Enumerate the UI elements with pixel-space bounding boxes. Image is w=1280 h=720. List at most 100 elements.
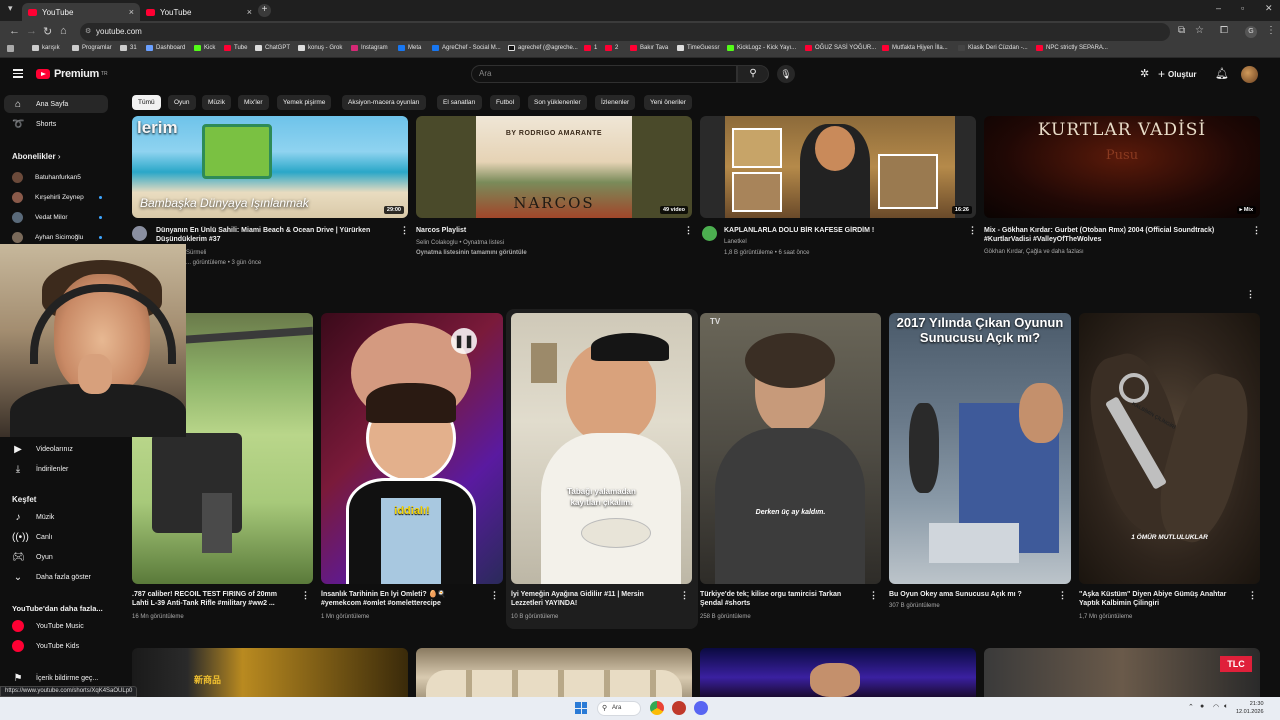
sidebar-item-your-videos[interactable]: ▶ Videolarınız <box>4 440 108 458</box>
search-input[interactable]: Ara <box>471 65 737 83</box>
bookmark-link[interactable]: ChatGPT <box>255 45 290 51</box>
bookmark-link[interactable]: Dashboard <box>146 45 185 51</box>
bookmark-folder[interactable]: karışık <box>32 45 60 51</box>
short-title[interactable]: Bu Oyun Okey ama Sunucusu Açık mı ? <box>889 590 1049 599</box>
bookmark-folder[interactable]: Programlar <box>72 45 112 51</box>
video-thumbnail[interactable]: TLC <box>984 648 1260 697</box>
bookmark-link[interactable]: 1 <box>584 45 597 51</box>
sidebar-subscription[interactable]: Vedat Milor <box>4 208 108 226</box>
playlist-thumbnail[interactable]: BY RODRIGO AMARANTE NARCOS 49 video <box>416 116 692 218</box>
more-actions-icon[interactable]: ⋮ <box>400 225 409 236</box>
short-thumbnail[interactable]: ❚❚ iddialı! <box>321 313 503 584</box>
sidebar-subscription[interactable]: Batuhanfurkan5 <box>4 168 108 186</box>
sidebar-item-downloads[interactable]: ⤓ İndirilenler <box>4 460 108 478</box>
short-thumbnail[interactable]: KALBİMİN ÇİLİNGİRİ 1 ÖMÜR MUTLULUKLAR <box>1079 313 1260 584</box>
bookmark-link[interactable]: AgreChef - Social M... <box>432 45 501 51</box>
account-avatar[interactable] <box>1241 66 1258 83</box>
more-actions-icon[interactable]: ⋮ <box>684 225 693 236</box>
close-tab-icon[interactable]: × <box>247 7 252 17</box>
bookmark-link[interactable]: 2 <box>605 45 618 51</box>
bookmark-link[interactable]: Bakır Tava <box>630 45 668 51</box>
sidebar-subscription[interactable]: Kırşehirli Zeynep <box>4 188 108 206</box>
browser-tab[interactable]: YouTube × <box>22 3 140 21</box>
chip-new-to-you[interactable]: Yeni öneriler <box>644 95 692 110</box>
short-title[interactable]: Türkiye'de tek; kilise orgu tamircisi Ta… <box>700 590 860 608</box>
profile-avatar[interactable]: G <box>1245 26 1257 38</box>
more-actions-icon[interactable]: ⋮ <box>490 590 499 601</box>
browser-tab[interactable]: YouTube × <box>140 3 258 21</box>
video-thumbnail[interactable] <box>416 648 692 697</box>
video-thumbnail[interactable] <box>700 648 976 697</box>
mix-channels[interactable]: Gökhan Kırdar, Çağla ve daha fazlası <box>984 248 1084 257</box>
bookmark-link[interactable]: OĞUZ SASİ YOĞUR... <box>805 45 876 51</box>
more-actions-icon[interactable]: ⋮ <box>869 590 878 601</box>
youtube-logo[interactable]: Premium TR <box>36 68 108 80</box>
more-actions-icon[interactable]: ⋮ <box>1058 590 1067 601</box>
mix-thumbnail[interactable]: KURTLAR VADİSİ Pusu ▸ Mix <box>984 116 1260 218</box>
new-tab-button[interactable]: + <box>258 4 271 17</box>
discord-icon[interactable] <box>694 701 708 715</box>
channel-avatar[interactable] <box>702 226 717 241</box>
more-actions-icon[interactable]: ⋮ <box>680 590 689 601</box>
voice-search-icon[interactable]: 🎙 <box>777 65 795 83</box>
more-actions-icon[interactable]: ⋮ <box>1248 590 1257 601</box>
channel-name[interactable]: Lanetkel <box>724 238 747 247</box>
bookmark-link[interactable]: Kick <box>194 45 215 51</box>
video-title[interactable]: KAPLANLARLA DOLU BİR KAFESE GİRDİM ! <box>724 226 964 235</box>
system-clock[interactable]: 21:30 12.01.2026 <box>1236 700 1264 716</box>
tray-icon[interactable]: ● <box>1200 703 1204 710</box>
close-window-icon[interactable]: ✕ <box>1265 3 1273 14</box>
chip-music[interactable]: Müzik <box>202 95 231 110</box>
chip-football[interactable]: Futbol <box>490 95 521 110</box>
channel-name[interactable]: Sürmeli <box>186 249 206 258</box>
maximize-icon[interactable]: ▫ <box>1241 3 1244 13</box>
video-thumbnail[interactable]: 新商品 <box>132 648 408 697</box>
shorts-shelf-more-icon[interactable]: ⋮ <box>1246 289 1255 300</box>
more-actions-icon[interactable]: ⋮ <box>1252 225 1261 236</box>
notifications-bell-icon[interactable]: 🔔︎ <box>1215 67 1229 80</box>
video-title[interactable]: Dünyanın En Ünlü Sahili: Miami Beach & O… <box>156 226 391 244</box>
chip-all[interactable]: Tümü <box>132 95 161 110</box>
url-input[interactable]: ⚙ youtube.com <box>80 23 1170 41</box>
chip-recently-uploaded[interactable]: Son yüklenenler <box>528 95 587 110</box>
video-thumbnail[interactable]: lerim Bambaşka Dünyaya Işınlanmak 29:00 <box>132 116 408 218</box>
short-thumbnail[interactable]: 2017 Yılında Çıkan Oyunun Sunucusu Açık … <box>889 313 1071 584</box>
pause-icon[interactable]: ❚❚ <box>451 328 477 354</box>
close-tab-icon[interactable]: × <box>129 7 134 17</box>
chip-crafts[interactable]: El sanatları <box>437 95 482 110</box>
view-full-playlist-link[interactable]: Oynatma listesinin tamamını görüntüle <box>416 249 527 258</box>
forward-icon[interactable]: → <box>26 25 37 37</box>
short-title[interactable]: .787 caliber! RECOIL TEST FIRING of 20mm… <box>132 590 292 608</box>
sidebar-item-music[interactable]: ♪ Müzik <box>4 508 108 526</box>
sidebar-item-youtube-kids[interactable]: YouTube Kids <box>4 637 108 655</box>
chip-action-adventure[interactable]: Aksiyon-macera oyunları <box>342 95 426 110</box>
bookmark-link[interactable]: Mutfakta Hijyen İlla... <box>882 45 948 51</box>
short-thumbnail[interactable]: TV Derken üç ay kaldım. <box>700 313 881 584</box>
bookmark-link[interactable]: konuş - Grok <box>298 45 342 51</box>
bookmark-link[interactable]: TimeGuessr <box>677 45 719 51</box>
bookmark-link[interactable]: agrechef (@agreche... <box>508 45 578 51</box>
bookmark-link[interactable]: Instagram <box>351 45 388 51</box>
short-title[interactable]: "Aşka Küstüm" Diyen Abiye Gümüş Anahtar … <box>1079 590 1244 608</box>
short-title[interactable]: İnsanlık Tarihinin En İyi Omleti? 🥚🍳 #ye… <box>321 590 486 608</box>
back-icon[interactable]: ← <box>9 25 20 37</box>
bookmark-link[interactable]: KickLogz - Kick Yayı... <box>727 45 796 51</box>
sidebar-item-live[interactable]: ((•)) Canlı <box>4 528 108 546</box>
chip-cooking[interactable]: Yemek pişirme <box>277 95 332 110</box>
playlist-title[interactable]: Narcos Playlist <box>416 226 676 235</box>
chip-watched[interactable]: İzlenenler <box>595 95 636 110</box>
short-title[interactable]: İyi Yemeğin Ayağına Gidiliır #11 | Mersi… <box>511 590 671 608</box>
video-title[interactable]: Mix - Gökhan Kırdar: Gurbet (Otoban Rmx)… <box>984 226 1246 244</box>
tab-search-icon[interactable]: ▾ <box>8 3 13 14</box>
sidebar-item-report-history[interactable]: ⚑ İçerik bildirme geç... <box>4 669 108 687</box>
windows-start-icon[interactable] <box>575 702 587 714</box>
install-app-icon[interactable]: ⧉ <box>1178 25 1185 36</box>
wifi-icon[interactable]: ◠ <box>1213 703 1219 711</box>
cast-settings-icon[interactable]: ✲ <box>1140 67 1149 80</box>
short-thumbnail[interactable]: Tabağı yalamadan kayıtları çıkalım. <box>511 313 692 584</box>
sidebar-item-youtube-music[interactable]: YouTube Music <box>4 617 108 635</box>
menu-kebab-icon[interactable]: ⋮ <box>1266 25 1276 36</box>
more-actions-icon[interactable]: ⋮ <box>968 225 977 236</box>
hamburger-menu-icon[interactable] <box>13 69 23 78</box>
bookmark-link[interactable]: Meta <box>398 45 421 51</box>
